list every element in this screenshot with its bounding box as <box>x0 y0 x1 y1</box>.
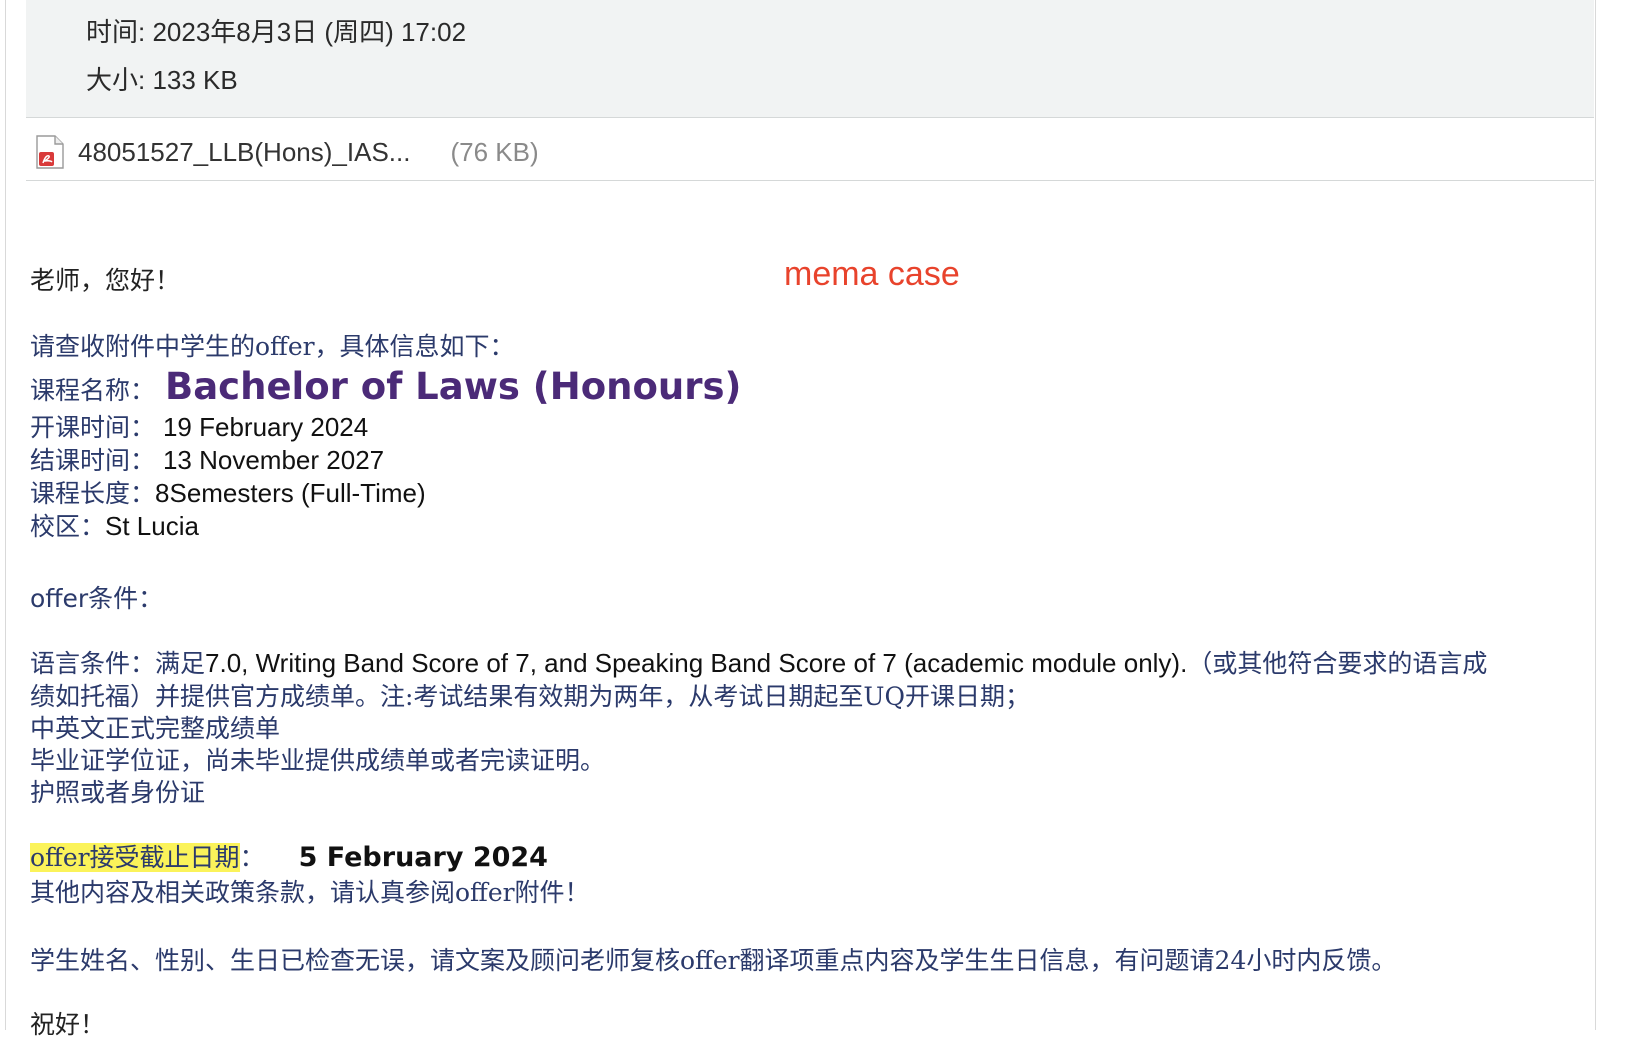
start-date: 19 February 2024 <box>162 412 369 442</box>
doc-degree: 毕业证学位证，尚未毕业提供成绩单或者完读证明。 <box>30 746 606 775</box>
start-label: 开课时间： <box>30 413 156 442</box>
right-border <box>1595 0 1596 1030</box>
closing: 祝好！ <box>30 1010 106 1039</box>
campus-value: St Lucia <box>105 511 199 541</box>
doc-id: 护照或者身份证 <box>30 778 206 807</box>
attachment-name[interactable]: 48051527_LLB(Hons)_IAS... <box>78 137 410 168</box>
greeting: 老师，您好！ <box>30 266 181 295</box>
email-time: 时间: 2023年8月3日 (周四) 17:02 <box>86 17 467 47</box>
intro-line: 请查收附件中学生的offer，具体信息如下： <box>30 332 515 361</box>
attachment-divider <box>26 180 1594 181</box>
deadline-row: offer接受截止日期： 5 February 2024 <box>30 841 548 874</box>
deadline-date: 5 February 2024 <box>298 842 548 873</box>
course-row: 课程名称： Bachelor of Laws (Honours) <box>30 368 741 407</box>
start-row: 开课时间： 19 February 2024 <box>30 411 368 444</box>
conditions-heading: offer条件： <box>30 584 164 613</box>
end-date: 13 November 2027 <box>162 445 385 475</box>
deadline-label: offer接受截止日期 <box>30 843 240 872</box>
language-label: 语言条件：满足 <box>30 649 206 678</box>
length-label: 课程长度： <box>30 479 156 508</box>
left-border <box>5 0 6 1030</box>
course-name: Bachelor of Laws (Honours) <box>165 365 742 408</box>
language-row: 语言条件：满足7.0, Writing Band Score of 7, and… <box>30 647 1487 680</box>
course-label: 课程名称： <box>30 376 156 405</box>
email-size: 大小: 133 KB <box>86 65 238 95</box>
attachment-size: (76 KB) <box>450 136 539 167</box>
deadline-colon: ： <box>239 843 265 872</box>
doc-transcript: 中英文正式完整成绩单 <box>30 714 281 743</box>
end-row: 结课时间： 13 November 2027 <box>30 444 384 477</box>
end-label: 结课时间： <box>30 446 156 475</box>
length-row: 课程长度：8Semesters (Full-Time) <box>30 477 426 510</box>
campus-label: 校区： <box>30 512 106 541</box>
check-note: 学生姓名、性别、生日已检查无误，请文案及顾问老师复核offer翻译项重点内容及学… <box>30 946 1397 975</box>
campus-row: 校区：St Lucia <box>30 510 199 543</box>
header-divider <box>26 117 1594 118</box>
length-value: 8Semesters (Full-Time) <box>155 478 426 508</box>
attachment-item[interactable]: 48051527_LLB(Hons)_IAS... (76 KB) <box>36 132 539 172</box>
policy-note: 其他内容及相关政策条款，请认真参阅offer附件！ <box>30 878 590 907</box>
pdf-file-icon <box>36 135 64 169</box>
watermark-text: mema case <box>784 255 960 293</box>
language-note: （或其他符合要求的语言成 <box>1187 649 1488 678</box>
language-requirement: 7.0, Writing Band Score of 7, and Speaki… <box>205 648 1188 678</box>
language-cont: 绩如托福）并提供官方成绩单。注:考试结果有效期为两年，从考试日期起至UQ开课日期… <box>30 682 1030 711</box>
